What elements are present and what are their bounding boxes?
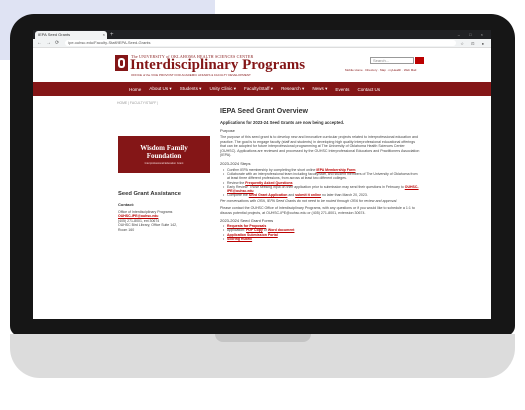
search-button[interactable] [415,57,424,64]
new-tab-button[interactable]: + [110,31,114,39]
step-text: no later than March 20, 2023. [321,193,368,198]
steps-heading: 2023-2024 Steps [220,160,251,166]
banner-subtitle: Interprofessional Education Grant [144,162,184,165]
list-item: Collaborate with an interprofessional te… [220,172,420,180]
reload-icon[interactable]: ⟳ [55,40,59,46]
nav-item-research[interactable]: Research ▾ [281,86,304,92]
submit-online-link[interactable]: submit it online [295,193,321,197]
address-bar: ← → ⟳ ipe.ouhsc.edu/Faculty-Staff/IEPA-S… [33,39,491,48]
banner-title-line-1: Wisdom Family [140,144,188,152]
scoring-rubric-link[interactable]: Scoring Rubric [227,237,252,241]
seed-grant-application-link[interactable]: Seed Grant Application [249,193,288,197]
nav-item-events[interactable]: Events [335,87,349,92]
browser-tab[interactable]: IEPA Seed Grants × [35,31,107,39]
list-item: Scoring Rubric [220,237,420,241]
list-item: Early Review: Those seeking input on the… [220,185,420,193]
browser-tabbar: IEPA Seed Grants × + – □ × [33,30,491,39]
step-text: Complete the [227,193,249,198]
main-navigation: Home About Us ▾ Students ▾ Unity Clinic … [33,82,491,96]
url-field[interactable]: ipe.ouhsc.edu/Faculty-Staff/IEPA-Seed-Gr… [65,40,457,46]
purpose-paragraph: The purpose of this seed grant is to dev… [220,135,420,158]
wisdom-family-banner[interactable]: Wisdom Family Foundation Interprofession… [118,136,210,173]
ora-note: Per conversations with ORA, IEPA Seed Gr… [220,199,398,204]
site-header: The UNIVERSITY of OKLAHOMA HEALTH SCIENC… [33,48,491,82]
nav-item-faculty-staff[interactable]: Faculty/Staff ▾ [244,86,273,92]
ou-logo-icon[interactable] [115,55,128,71]
lead-text: Applications for 2023-24 Seed Grants are… [220,120,345,125]
office-name: OFFICE of the VICE PROVOST FOR ACADEMIC … [131,73,251,77]
purpose-heading: Purpose [220,128,235,133]
nav-item-unity-clinic[interactable]: Unity Clinic ▾ [209,86,236,92]
step-text: and [287,193,296,198]
search-input[interactable]: Search... [370,57,414,64]
nav-item-contact-us[interactable]: Contact Us [357,87,380,92]
sidebar: Wisdom Family Foundation Interprofession… [118,108,210,232]
contact-heading: Contact: [118,202,135,207]
nav-item-home[interactable]: Home [129,87,141,92]
nav-item-news[interactable]: News ▾ [312,86,327,92]
browser-toolbar-icons[interactable]: ☆ ⊡ ● [460,41,487,46]
tab-title: IEPA Seed Grants [38,32,71,37]
banner-title-line-2: Foundation [146,152,182,160]
contact-paragraph: Please contact the OUHSC Office of Inter… [220,205,415,215]
forms-list: Requests for Proposals Application: PDF … [220,224,420,241]
steps-list: Confirm IEPA membership by completing th… [220,168,420,198]
breadcrumb[interactable]: HOME | FACULTY/STAFF | [33,96,491,108]
page-content: Wisdom Family Foundation Interprofession… [33,108,491,318]
tab-close-icon[interactable]: × [103,31,105,39]
list-item: Complete the Seed Grant Application and … [220,193,420,197]
laptop-screen: IEPA Seed Grants × + – □ × ← → ⟳ ipe.ouh… [33,30,491,319]
main-article: IEPA Seed Grant Overview Applications fo… [220,108,420,241]
nav-item-students[interactable]: Students ▾ [180,86,202,92]
site-title[interactable]: Interdisciplinary Programs [130,58,305,73]
window-controls[interactable]: – □ × [458,31,491,39]
nav-item-about-us[interactable]: About Us ▾ [149,86,171,92]
back-arrow-icon[interactable]: ← [37,40,42,46]
contact-room: Room 160 [118,227,135,232]
forms-heading: 2023-2024 Seed Grant Forms [220,218,274,224]
assistance-heading: Seed Grant Assistance [118,191,181,197]
forward-arrow-icon[interactable]: → [46,40,51,46]
laptop-notch [215,334,311,342]
page-title: IEPA Seed Grant Overview [220,108,308,115]
utility-links[interactable]: Mobile Home · Directory · Map · myHealth… [345,68,416,72]
